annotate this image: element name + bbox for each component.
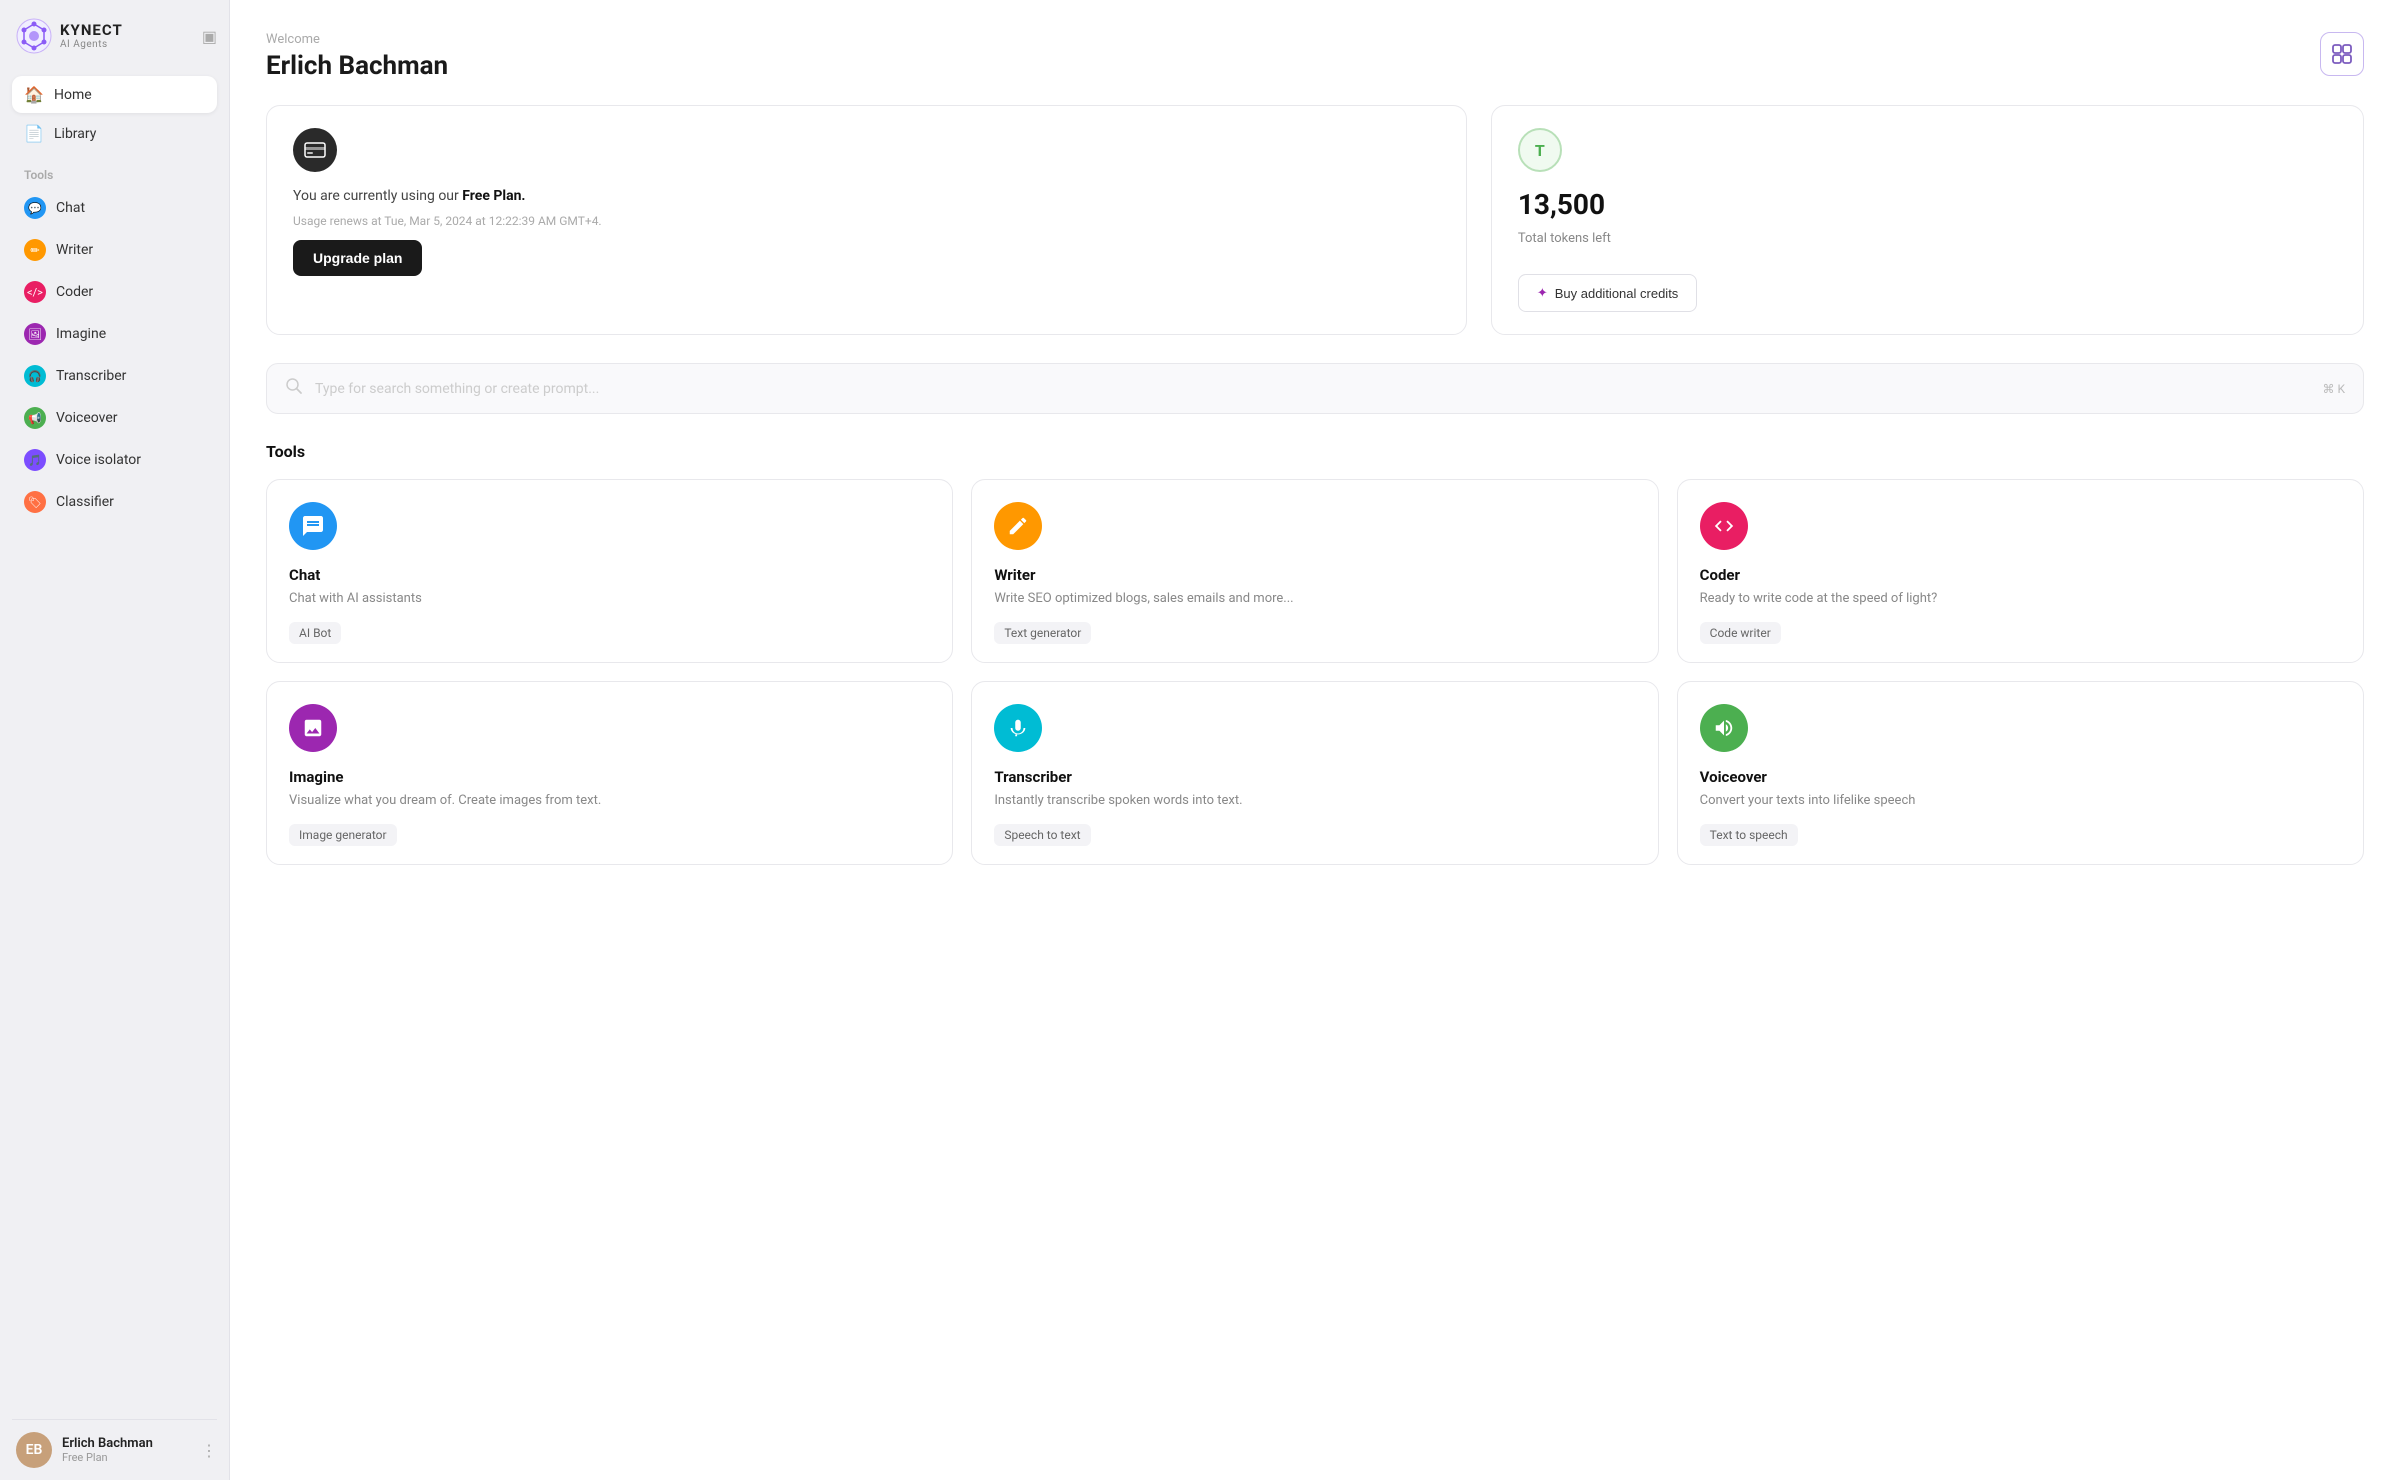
plan-card: You are currently using our Free Plan. U… — [266, 105, 1467, 335]
search-placeholder: Type for search something or create prom… — [315, 381, 2310, 397]
voiceover-tool-icon — [1700, 704, 1748, 752]
chat-tool-icon — [289, 502, 337, 550]
sidebar-item-library[interactable]: 📄 Library — [12, 115, 217, 152]
plan-text: You are currently using our Free Plan. — [293, 188, 1440, 204]
tool-card-transcriber[interactable]: Transcriber Instantly transcribe spoken … — [971, 681, 1658, 865]
tool-card-chat[interactable]: Chat Chat with AI assistants AI Bot — [266, 479, 953, 663]
sidebar-item-coder[interactable]: </> Coder — [12, 272, 217, 312]
imagine-tool-name: Imagine — [289, 768, 930, 786]
sidebar-imagine-label: Imagine — [56, 326, 106, 342]
coder-dot: </> — [24, 281, 46, 303]
sidebar: KYNECT AI Agents ▣ 🏠 Home 📄 Library Tool… — [0, 0, 230, 1480]
sidebar-voiceover-label: Voiceover — [56, 410, 117, 426]
chat-tool-tag: AI Bot — [289, 622, 341, 644]
writer-tool-name: Writer — [994, 566, 1635, 584]
sidebar-home-label: Home — [54, 87, 92, 103]
voiceover-tool-tag: Text to speech — [1700, 824, 1798, 846]
search-bar[interactable]: Type for search something or create prom… — [266, 363, 2364, 414]
writer-tool-tag: Text generator — [994, 622, 1091, 644]
transcriber-tool-name: Transcriber — [994, 768, 1635, 786]
writer-tool-desc: Write SEO optimized blogs, sales emails … — [994, 590, 1635, 608]
imagine-tool-desc: Visualize what you dream of. Create imag… — [289, 792, 930, 810]
chat-tool-name: Chat — [289, 566, 930, 584]
plan-icon — [293, 128, 337, 172]
expand-button[interactable] — [2320, 32, 2364, 76]
chat-dot: 💬 — [24, 197, 46, 219]
classifier-dot: 🏷 — [24, 491, 46, 513]
sidebar-transcriber-label: Transcriber — [56, 368, 126, 384]
user-info: Erlich Bachman Free Plan — [62, 1436, 191, 1464]
sparkle-icon: ✦ — [1537, 285, 1548, 301]
search-icon — [285, 377, 303, 400]
user-menu-icon[interactable]: ⋮ — [201, 1441, 217, 1460]
logo: KYNECT AI Agents ▣ — [12, 18, 217, 54]
sidebar-item-home[interactable]: 🏠 Home — [12, 76, 217, 113]
voiceover-tool-name: Voiceover — [1700, 768, 2341, 786]
brand-name: KYNECT — [60, 22, 123, 39]
imagine-dot: 🖼 — [24, 323, 46, 345]
avatar: EB — [16, 1432, 52, 1468]
coder-tool-desc: Ready to write code at the speed of ligh… — [1700, 590, 2341, 608]
audio-icon[interactable]: ▣ — [202, 27, 217, 46]
writer-dot: ✏ — [24, 239, 46, 261]
sidebar-item-classifier[interactable]: 🏷 Classifier — [12, 482, 217, 522]
tokens-icon: T — [1518, 128, 1562, 172]
transcriber-tool-tag: Speech to text — [994, 824, 1090, 846]
home-icon: 🏠 — [24, 85, 44, 104]
imagine-tool-tag: Image generator — [289, 824, 397, 846]
search-shortcut: ⌘ K — [2322, 382, 2345, 396]
user-name: Erlich Bachman — [62, 1436, 191, 1451]
tools-section-title: Tools — [266, 442, 2364, 461]
tokens-card: T 13,500 Total tokens left ✦ Buy additio… — [1491, 105, 2364, 335]
sidebar-item-chat[interactable]: 💬 Chat — [12, 188, 217, 228]
plan-name: Free Plan. — [462, 188, 525, 204]
info-row: You are currently using our Free Plan. U… — [266, 105, 2364, 335]
tool-card-coder[interactable]: Coder Ready to write code at the speed o… — [1677, 479, 2364, 663]
user-plan: Free Plan — [62, 1451, 191, 1464]
tool-card-imagine[interactable]: Imagine Visualize what you dream of. Cre… — [266, 681, 953, 865]
voiceover-tool-desc: Convert your texts into lifelike speech — [1700, 792, 2341, 810]
sidebar-item-voice-isolator[interactable]: 🎵 Voice isolator — [12, 440, 217, 480]
coder-tool-tag: Code writer — [1700, 622, 1781, 644]
welcome-name: Erlich Bachman — [266, 51, 2364, 81]
transcriber-tool-icon — [994, 704, 1042, 752]
sidebar-item-imagine[interactable]: 🖼 Imagine — [12, 314, 217, 354]
sidebar-coder-label: Coder — [56, 284, 93, 300]
transcriber-dot: 🎧 — [24, 365, 46, 387]
upgrade-plan-button[interactable]: Upgrade plan — [293, 240, 422, 276]
tools-grid: Chat Chat with AI assistants AI Bot Writ… — [266, 479, 2364, 865]
main-content: Welcome Erlich Bachman You are currently… — [230, 0, 2400, 1480]
sidebar-library-label: Library — [54, 126, 96, 142]
sidebar-item-writer[interactable]: ✏ Writer — [12, 230, 217, 270]
tokens-amount: 13,500 — [1518, 188, 2337, 221]
sidebar-classifier-label: Classifier — [56, 494, 114, 510]
tool-card-voiceover[interactable]: Voiceover Convert your texts into lifeli… — [1677, 681, 2364, 865]
tokens-label: Total tokens left — [1518, 231, 2337, 246]
brand-subtitle: AI Agents — [60, 39, 123, 50]
sidebar-voice-isolator-label: Voice isolator — [56, 452, 141, 468]
buy-credits-button[interactable]: ✦ Buy additional credits — [1518, 274, 1697, 312]
chat-tool-desc: Chat with AI assistants — [289, 590, 930, 608]
sidebar-item-transcriber[interactable]: 🎧 Transcriber — [12, 356, 217, 396]
writer-tool-icon — [994, 502, 1042, 550]
coder-tool-name: Coder — [1700, 566, 2341, 584]
tools-section-label: Tools — [12, 154, 217, 188]
coder-tool-icon — [1700, 502, 1748, 550]
sidebar-chat-label: Chat — [56, 200, 85, 216]
logo-text: KYNECT AI Agents — [60, 22, 123, 50]
renew-text: Usage renews at Tue, Mar 5, 2024 at 12:2… — [293, 214, 1440, 228]
transcriber-tool-desc: Instantly transcribe spoken words into t… — [994, 792, 1635, 810]
user-profile[interactable]: EB Erlich Bachman Free Plan ⋮ — [12, 1419, 217, 1468]
logo-icon — [16, 18, 52, 54]
tool-card-writer[interactable]: Writer Write SEO optimized blogs, sales … — [971, 479, 1658, 663]
library-icon: 📄 — [24, 124, 44, 143]
voiceover-dot: 📢 — [24, 407, 46, 429]
sidebar-item-voiceover[interactable]: 📢 Voiceover — [12, 398, 217, 438]
welcome-label: Welcome — [266, 32, 2364, 47]
voice-isolator-dot: 🎵 — [24, 449, 46, 471]
imagine-tool-icon — [289, 704, 337, 752]
sidebar-writer-label: Writer — [56, 242, 93, 258]
